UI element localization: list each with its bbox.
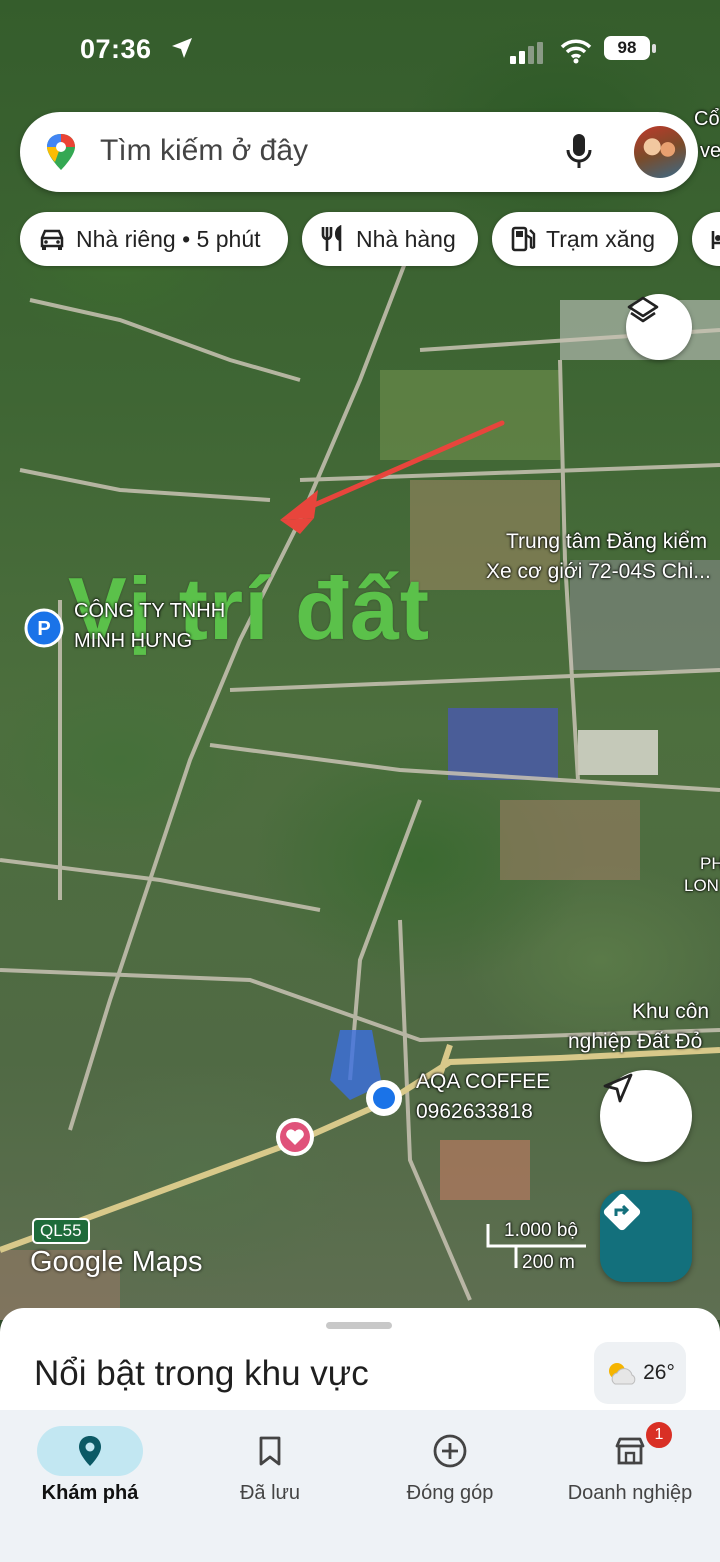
nav-contribute-label: Đóng góp xyxy=(406,1482,494,1504)
partly-cloudy-icon xyxy=(609,1363,636,1385)
add-circle-icon xyxy=(397,1426,503,1476)
top-right-label-2[interactable]: ve xyxy=(700,140,720,163)
google-maps-pin-icon xyxy=(47,134,75,170)
layers-icon xyxy=(627,296,659,323)
weather-chip[interactable]: 26° xyxy=(594,1342,686,1404)
nav-business[interactable]: 1 Doanh nghiệp xyxy=(540,1410,720,1530)
status-bar: 07:36 98 xyxy=(0,30,720,70)
ph-label-1[interactable]: PH xyxy=(700,854,720,874)
inspection-label-line1[interactable]: Trung tâm Đăng kiểm xyxy=(506,530,707,554)
gas-station-icon xyxy=(510,225,536,253)
coffee-name-label[interactable]: AQA COFFEE xyxy=(416,1070,550,1094)
company-label-line1[interactable]: CÔNG TY TNHH xyxy=(74,600,225,623)
microphone-icon[interactable] xyxy=(566,132,592,172)
industrial-park-label-2[interactable]: nghiệp Đất Đỏ xyxy=(568,1030,702,1054)
saved-place-heart-icon[interactable] xyxy=(274,1116,316,1158)
cellular-signal-icon xyxy=(510,42,543,64)
coffee-phone-label[interactable]: 0962633818 xyxy=(416,1100,533,1124)
top-right-label-1[interactable]: Cổ xyxy=(694,108,720,131)
sheet-title: Nổi bật trong khu vực xyxy=(34,1354,369,1393)
nav-contribute[interactable]: Đóng góp xyxy=(360,1410,540,1530)
chip-gas-stations-label: Trạm xăng xyxy=(546,225,656,252)
current-location-dot[interactable] xyxy=(364,1078,404,1118)
notification-badge: 1 xyxy=(644,1420,674,1450)
nav-explore[interactable]: Khám phá xyxy=(0,1410,180,1530)
temperature: 26° xyxy=(643,1361,675,1384)
battery-icon: 98 xyxy=(604,36,650,60)
directions-button[interactable] xyxy=(600,1190,692,1282)
explore-pin-icon xyxy=(37,1426,143,1476)
navigation-arrow-icon xyxy=(603,1073,633,1103)
company-label-line2[interactable]: MINH HƯNG xyxy=(74,630,192,653)
profile-avatar[interactable] xyxy=(634,126,686,178)
hotel-icon xyxy=(710,227,720,251)
clock: 07:36 xyxy=(80,34,152,64)
explore-bottom-sheet[interactable]: Nổi bật trong khu vực 26° xyxy=(0,1308,720,1418)
bookmark-icon xyxy=(217,1426,323,1476)
scale-bottom-label: 200 m xyxy=(522,1252,575,1273)
nav-explore-label: Khám phá xyxy=(41,1482,139,1504)
chip-restaurants-label: Nhà hàng xyxy=(356,225,456,252)
google-maps-logo: Google Maps xyxy=(30,1246,203,1278)
nav-business-label: Doanh nghiệp xyxy=(567,1482,693,1504)
my-location-button[interactable] xyxy=(600,1070,692,1162)
nav-saved-label: Đã lưu xyxy=(239,1482,301,1504)
inspection-label-line2[interactable]: Xe cơ giới 72-04S Chi... xyxy=(486,560,711,584)
chip-gas-stations[interactable]: Trạm xăng xyxy=(492,212,678,266)
nav-saved[interactable]: Đã lưu xyxy=(180,1410,360,1530)
svg-text:P: P xyxy=(37,618,50,640)
chip-home[interactable]: Nhà riêng • 5 phút xyxy=(20,212,288,266)
bottom-navigation: Khám phá Đã lưu Đóng góp 1 Doanh nghiệp xyxy=(0,1410,720,1562)
map-view[interactable]: Vị trí đất P CÔNG TY TNHH MINH HƯNG Trun… xyxy=(0,0,720,1320)
search-bar[interactable]: Tìm kiếm ở đây xyxy=(20,112,698,192)
road-shield-ql55: QL55 xyxy=(32,1218,90,1244)
scale-top-label: 1.000 bộ xyxy=(504,1220,578,1241)
parking-icon[interactable]: P xyxy=(24,608,64,648)
location-arrow-icon xyxy=(172,38,192,58)
industrial-park-label-1[interactable]: Khu côn xyxy=(632,1000,709,1024)
car-icon xyxy=(38,227,66,251)
layers-button[interactable] xyxy=(626,294,692,360)
fork-knife-icon xyxy=(320,225,346,253)
wifi-icon xyxy=(560,39,592,64)
directions-icon xyxy=(603,1193,641,1231)
search-input[interactable]: Tìm kiếm ở đây xyxy=(100,134,308,168)
chip-restaurants[interactable]: Nhà hàng xyxy=(302,212,478,266)
ph-label-2[interactable]: LON xyxy=(684,876,719,896)
sheet-drag-handle[interactable] xyxy=(326,1322,392,1329)
chip-home-label: Nhà riêng • 5 phút xyxy=(76,225,261,252)
